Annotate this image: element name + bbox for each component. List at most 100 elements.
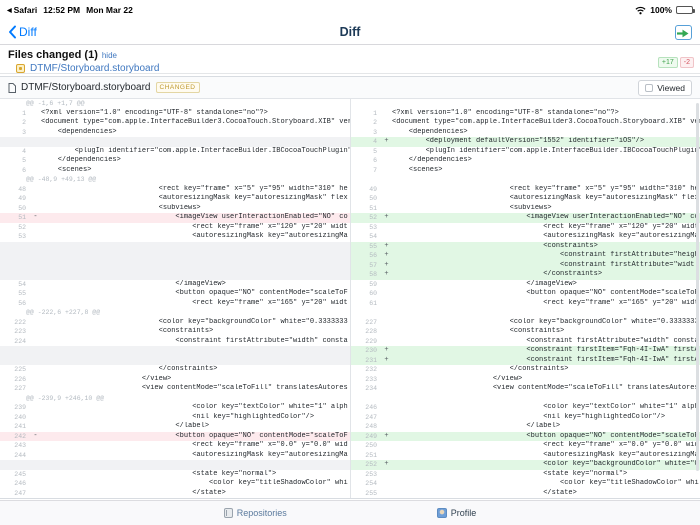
line-number: 52 xyxy=(350,213,381,223)
diff-marker xyxy=(381,127,392,137)
hunk-header: @@ -1,6 +1,7 @@ xyxy=(0,99,350,109)
code-line xyxy=(41,460,350,470)
diff-marker xyxy=(381,403,392,413)
code-line: <state key="normal"> xyxy=(41,469,350,479)
code-line: <view contentMode="scaleToFill" translat… xyxy=(392,384,700,394)
line-number: 4 xyxy=(0,146,30,156)
diff-row: 222 <color key="backgroundColor" white="… xyxy=(0,317,700,327)
code-line: <nil key="highlightedColor"/> xyxy=(41,412,350,422)
diff-marker xyxy=(30,279,41,289)
line-number: 6 xyxy=(0,165,30,175)
diff-marker xyxy=(381,118,392,128)
line-number: 6 xyxy=(350,156,381,166)
changed-file-row[interactable]: DTMF/Storyboard.storyboard xyxy=(16,63,692,74)
status-bar-right: 100% xyxy=(635,5,695,15)
hunk-header-spacer xyxy=(350,99,700,109)
vertical-scrollbar[interactable] xyxy=(696,103,699,471)
code-line: </constraints> xyxy=(392,270,700,280)
diff-row: 2 <document type="com.apple.InterfaceBuil… xyxy=(0,118,700,128)
diff-row: 241 </label> 248 </label> xyxy=(0,422,700,432)
tab-profile-label: Profile xyxy=(450,508,477,518)
send-arrow-icon xyxy=(677,29,689,37)
chevron-left-icon xyxy=(9,25,16,39)
hunk-header-spacer xyxy=(350,393,700,403)
line-number: 2 xyxy=(0,118,30,128)
line-number: 2 xyxy=(350,118,381,128)
line-number: 51 xyxy=(350,203,381,213)
viewed-checkbox[interactable] xyxy=(645,83,654,92)
diff-marker xyxy=(381,365,392,375)
line-number: 58 xyxy=(350,270,381,280)
back-to-app-button[interactable]: ◀ Safari xyxy=(7,5,37,15)
hide-toggle[interactable]: hide xyxy=(102,51,117,60)
tab-repositories-label: Repositories xyxy=(236,508,287,518)
diff-row: @@ -222,6 +227,8 @@ xyxy=(0,308,700,318)
code-line: <constraints> xyxy=(392,241,700,251)
send-diff-button[interactable] xyxy=(675,24,692,40)
line-number: 49 xyxy=(350,184,381,194)
diff-row: 247 </state> 255 </state> xyxy=(0,488,700,498)
line-number: 252 xyxy=(350,460,381,470)
code-line: <plugIn identifier="com.apple.InterfaceB… xyxy=(392,146,700,156)
diff-row: 57 + <constraint firstAttribute="widt xyxy=(0,260,700,270)
code-line: <color key="backgroundColor" white="0 xyxy=(392,460,700,470)
code-line: <document type="com.apple.InterfaceBuild… xyxy=(392,118,700,128)
changed-file-link[interactable]: DTMF/Storyboard.storyboard xyxy=(30,63,160,74)
diff-marker xyxy=(381,317,392,327)
line-number: 55 xyxy=(0,289,30,299)
diff-row: 225 </constraints> 232 </constraints> xyxy=(0,365,700,375)
line-number: 54 xyxy=(0,279,30,289)
diff-row: @@ -239,9 +246,10 @@ xyxy=(0,393,700,403)
tab-repositories[interactable]: Repositories xyxy=(223,508,287,518)
line-number: 5 xyxy=(350,146,381,156)
code-line: <constraint firstAttribute="width" const… xyxy=(41,336,350,346)
diff-marker xyxy=(381,289,392,299)
diff-row: 4 + <deployment defaultVersion="1552" ide… xyxy=(0,137,700,147)
diff-marker: + xyxy=(381,355,392,365)
line-number: 246 xyxy=(350,403,381,413)
line-number: 227 xyxy=(350,317,381,327)
diff-marker xyxy=(30,403,41,413)
code-line xyxy=(41,260,350,270)
diff-row: @@ -1,6 +1,7 @@ xyxy=(0,99,700,109)
diff-marker xyxy=(30,317,41,327)
diff-marker: + xyxy=(381,346,392,356)
diff-marker xyxy=(381,479,392,489)
diff-row: 231 + <constraint firstItem="Fqh-4I-IwA" … xyxy=(0,355,700,365)
line-number: 59 xyxy=(350,279,381,289)
code-line: </constraints> xyxy=(41,365,350,375)
diff-marker xyxy=(381,203,392,213)
tab-profile[interactable]: Profile xyxy=(436,508,477,518)
nav-back-label: Diff xyxy=(19,25,37,39)
code-line: <constraint firstAttribute="heigh xyxy=(392,251,700,261)
code-line: <color key="backgroundColor" white="0.33… xyxy=(392,317,700,327)
diff-marker xyxy=(30,127,41,137)
code-line: <rect key="frame" x="0.0" y="0.0" wid xyxy=(392,441,700,451)
line-number xyxy=(0,241,30,251)
line-number: 242 xyxy=(0,431,30,441)
code-line: </label> xyxy=(392,422,700,432)
line-number: 50 xyxy=(350,194,381,204)
line-number: 226 xyxy=(0,374,30,384)
line-number: 251 xyxy=(350,450,381,460)
code-line: <?xml version="1.0" encoding="UTF-8" sta… xyxy=(41,108,350,118)
diff-marker xyxy=(381,232,392,242)
hunk-header: @@ -222,6 +227,8 @@ xyxy=(0,308,350,318)
diff-marker xyxy=(381,184,392,194)
viewed-button[interactable]: Viewed xyxy=(638,79,692,96)
line-number: 230 xyxy=(350,346,381,356)
diff-marker xyxy=(30,469,41,479)
line-number xyxy=(0,460,30,470)
diff-row: 48 <rect key="frame" x="5" y="95" width=… xyxy=(0,184,700,194)
nav-back-button[interactable]: Diff xyxy=(8,25,37,39)
diff-row: 56 + <constraint firstAttribute="heigh xyxy=(0,251,700,261)
diff-table[interactable]: @@ -1,6 +1,7 @@ 1 <?xml version="1.0" enco… xyxy=(0,99,700,498)
diff-marker: + xyxy=(381,241,392,251)
status-time: 12:52 PM xyxy=(43,5,81,15)
code-line xyxy=(41,270,350,280)
code-line xyxy=(41,355,350,365)
code-line: <imageView userInteractionEnabled="NO" c… xyxy=(41,213,350,223)
line-number: 231 xyxy=(350,355,381,365)
diff-marker xyxy=(381,298,392,308)
diff-marker xyxy=(381,469,392,479)
